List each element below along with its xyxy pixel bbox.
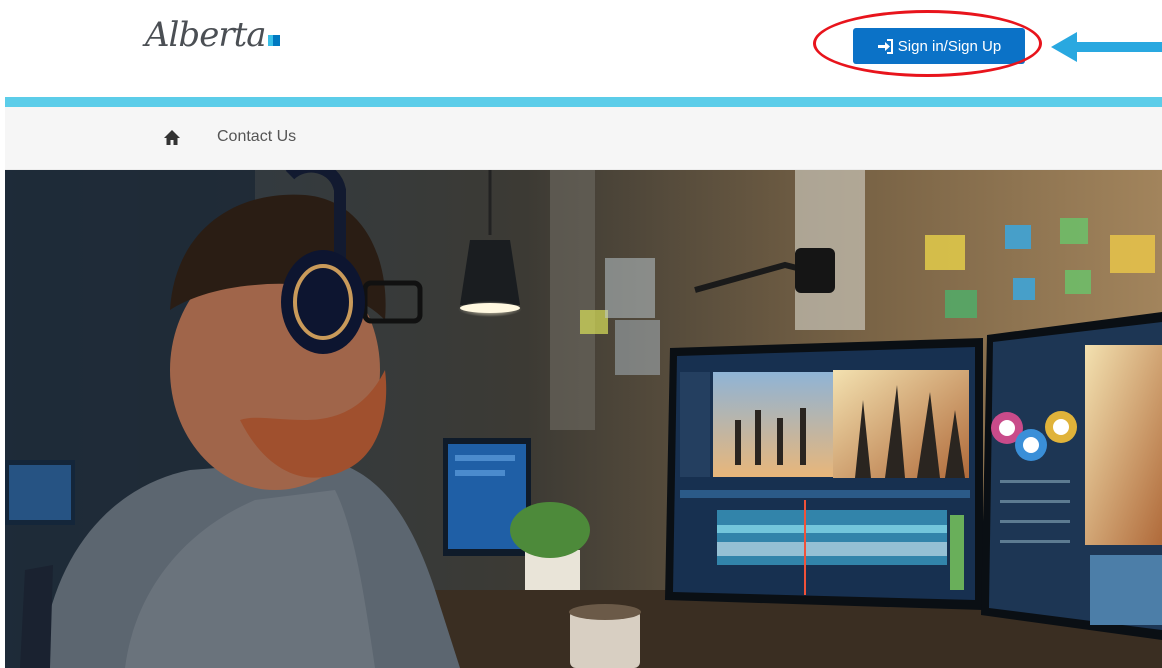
sign-in-icon (877, 38, 893, 54)
signin-signup-button[interactable]: Sign in/Sign Up (853, 28, 1025, 64)
logo-square-mark (267, 35, 280, 46)
hero-image (5, 170, 1162, 668)
site-header: Alberta Sign in/Sign Up (0, 0, 1162, 97)
pointer-arrow-annotation (1051, 32, 1162, 62)
home-icon[interactable] (163, 129, 181, 146)
nav-link-contact-us[interactable]: Contact Us (217, 128, 296, 146)
logo-wordmark: Alberta (145, 15, 266, 55)
hero-illustration (5, 170, 1162, 668)
header-accent-bar (5, 97, 1162, 107)
navigation-bar: Contact Us (5, 107, 1162, 170)
signin-signup-label: Sign in/Sign Up (897, 37, 1002, 55)
alberta-logo[interactable]: Alberta (145, 18, 280, 52)
